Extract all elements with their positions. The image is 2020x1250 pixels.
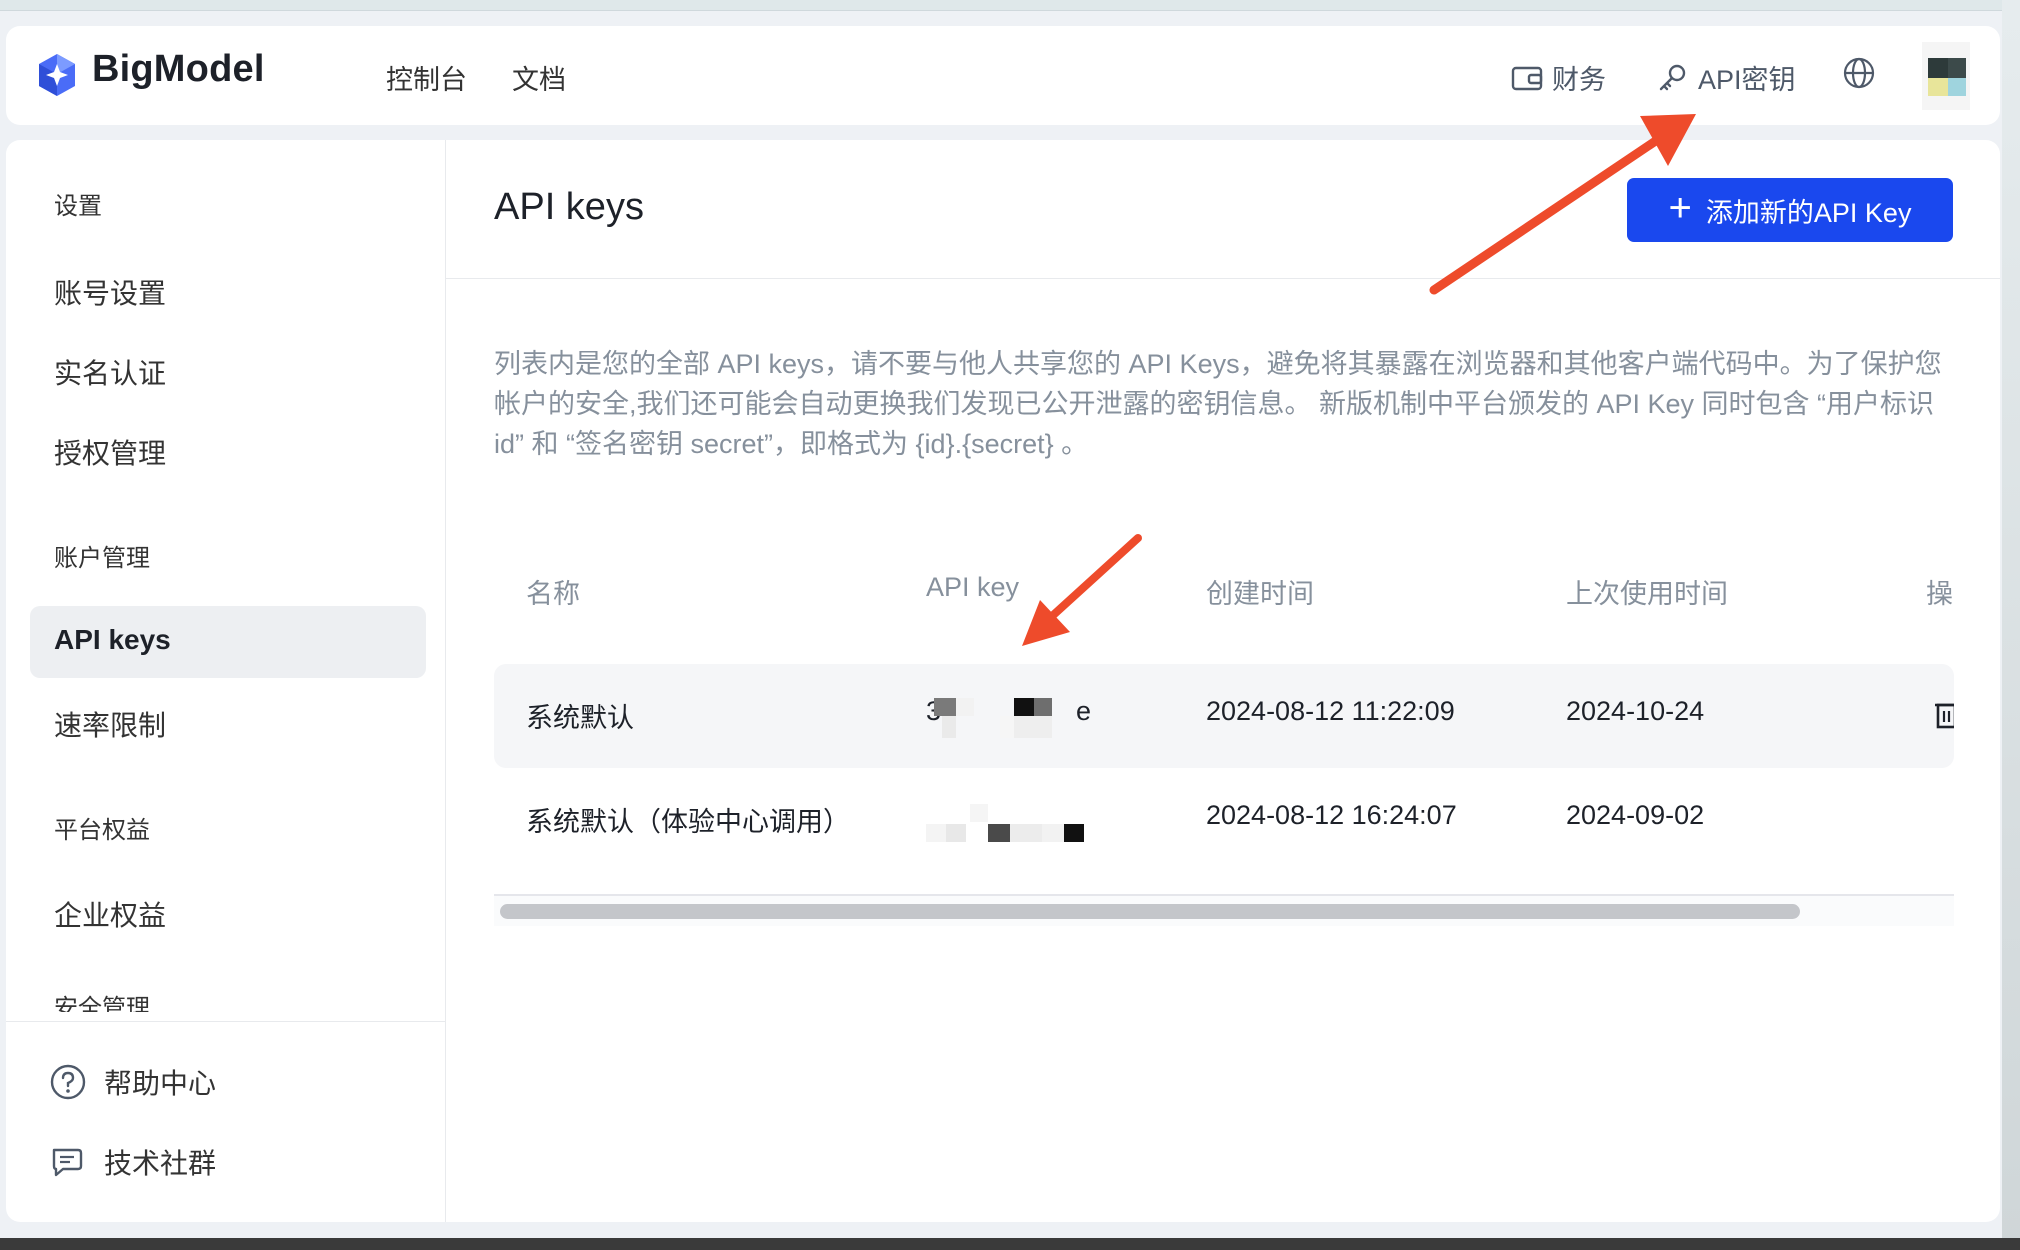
key-name: 系统默认 [526, 703, 634, 733]
sidebar-group-settings: 设置 [54, 193, 102, 220]
sidebar-item-account-settings[interactable]: 账号设置 [54, 272, 166, 312]
table-row[interactable]: 系统默认（体验中心调用） 2024-08-12 16:24:07 2024-09… [494, 768, 1954, 872]
tech-community-link[interactable]: 技术社群 [48, 1142, 216, 1182]
add-api-key-label: 添加新的API Key [1705, 197, 1912, 228]
tech-community-label: 技术社群 [104, 1148, 217, 1179]
title-divider [446, 278, 2000, 279]
help-icon [50, 1064, 86, 1100]
col-header-name: 名称 [526, 579, 580, 609]
api-key-label: API密钥 [1698, 65, 1796, 95]
nav-console[interactable]: 控制台 [386, 58, 467, 97]
globe-icon[interactable] [1842, 56, 1876, 90]
window-right-edge [2002, 0, 2020, 1250]
table-row[interactable]: 系统默认 3 e 2024-08-12 11:22:09 2024-10-24 [494, 664, 1954, 768]
created-time: 2024-08-12 16:24:07 [1206, 800, 1457, 830]
wallet-icon [1511, 66, 1543, 90]
sidebar-group-security: 安全管理 [54, 995, 150, 1012]
finance-link[interactable]: 财务 [1510, 58, 1606, 97]
help-center-label: 帮助中心 [104, 1068, 217, 1099]
sidebar-item-auth-mgmt[interactable]: 授权管理 [54, 432, 166, 472]
horizontal-scrollbar[interactable] [494, 896, 1954, 926]
trash-icon[interactable] [1932, 698, 1954, 730]
sidebar-item-enterprise-benefits[interactable]: 企业权益 [54, 894, 166, 934]
window-bottom-edge [0, 1238, 2020, 1250]
sidebar-group-platform-benefits: 平台权益 [54, 817, 150, 844]
api-key-link[interactable]: API密钥 [1656, 58, 1796, 97]
last-used-time: 2024-09-02 [1566, 800, 1705, 830]
help-center-link[interactable]: 帮助中心 [48, 1062, 216, 1102]
col-header-last-used: 上次使用时间 [1566, 579, 1728, 609]
chat-icon [52, 1148, 83, 1177]
brand-logo-icon[interactable] [34, 52, 80, 98]
nav-docs[interactable]: 文档 [512, 58, 566, 97]
page-title: API keys [494, 186, 644, 228]
window-top-bar [0, 0, 2020, 11]
col-header-actions: 操 [1926, 579, 1953, 609]
add-api-key-button[interactable]: + 添加新的API Key [1627, 178, 1953, 242]
sidebar-item-api-keys[interactable]: API keys [30, 606, 426, 678]
sidebar-divider [6, 1021, 445, 1022]
key-suffix: e [1076, 696, 1092, 726]
brand-name[interactable]: BigModel [92, 48, 265, 91]
avatar[interactable] [1922, 42, 1970, 110]
sidebar: 设置 账号设置 实名认证 授权管理 账户管理 API keys 速率限制 平台权… [6, 140, 446, 1222]
main-panel: 设置 账号设置 实名认证 授权管理 账户管理 API keys 速率限制 平台权… [6, 140, 2000, 1222]
scrollbar-thumb[interactable] [500, 904, 1800, 919]
top-header: BigModel 控制台 文档 财务 API密钥 [6, 26, 2000, 125]
masked-api-key[interactable] [926, 800, 1096, 844]
finance-label: 财务 [1552, 65, 1606, 95]
sidebar-item-label: API keys [54, 624, 171, 655]
key-name: 系统默认（体验中心调用） [526, 807, 850, 837]
last-used-time: 2024-10-24 [1566, 696, 1705, 726]
sidebar-item-rate-limit[interactable]: 速率限制 [54, 704, 166, 744]
key-icon [1659, 64, 1686, 90]
sidebar-group-account-mgmt: 账户管理 [54, 545, 150, 572]
col-header-created: 创建时间 [1206, 579, 1314, 609]
sidebar-item-real-name[interactable]: 实名认证 [54, 352, 166, 392]
created-time: 2024-08-12 11:22:09 [1206, 696, 1455, 726]
content-area: API keys + 添加新的API Key 列表内是您的全部 API keys… [446, 140, 2000, 1222]
plus-icon: + [1668, 186, 1692, 230]
masked-api-key[interactable] [934, 696, 1074, 740]
api-keys-table: 名称 API key 创建时间 上次使用时间 操 系统默认 3 e 2024-0… [494, 538, 1954, 998]
api-key-description: 列表内是您的全部 API keys，请不要与他人共享您的 API Keys，避免… [494, 349, 1942, 459]
col-header-api-key: API key [926, 572, 1020, 602]
